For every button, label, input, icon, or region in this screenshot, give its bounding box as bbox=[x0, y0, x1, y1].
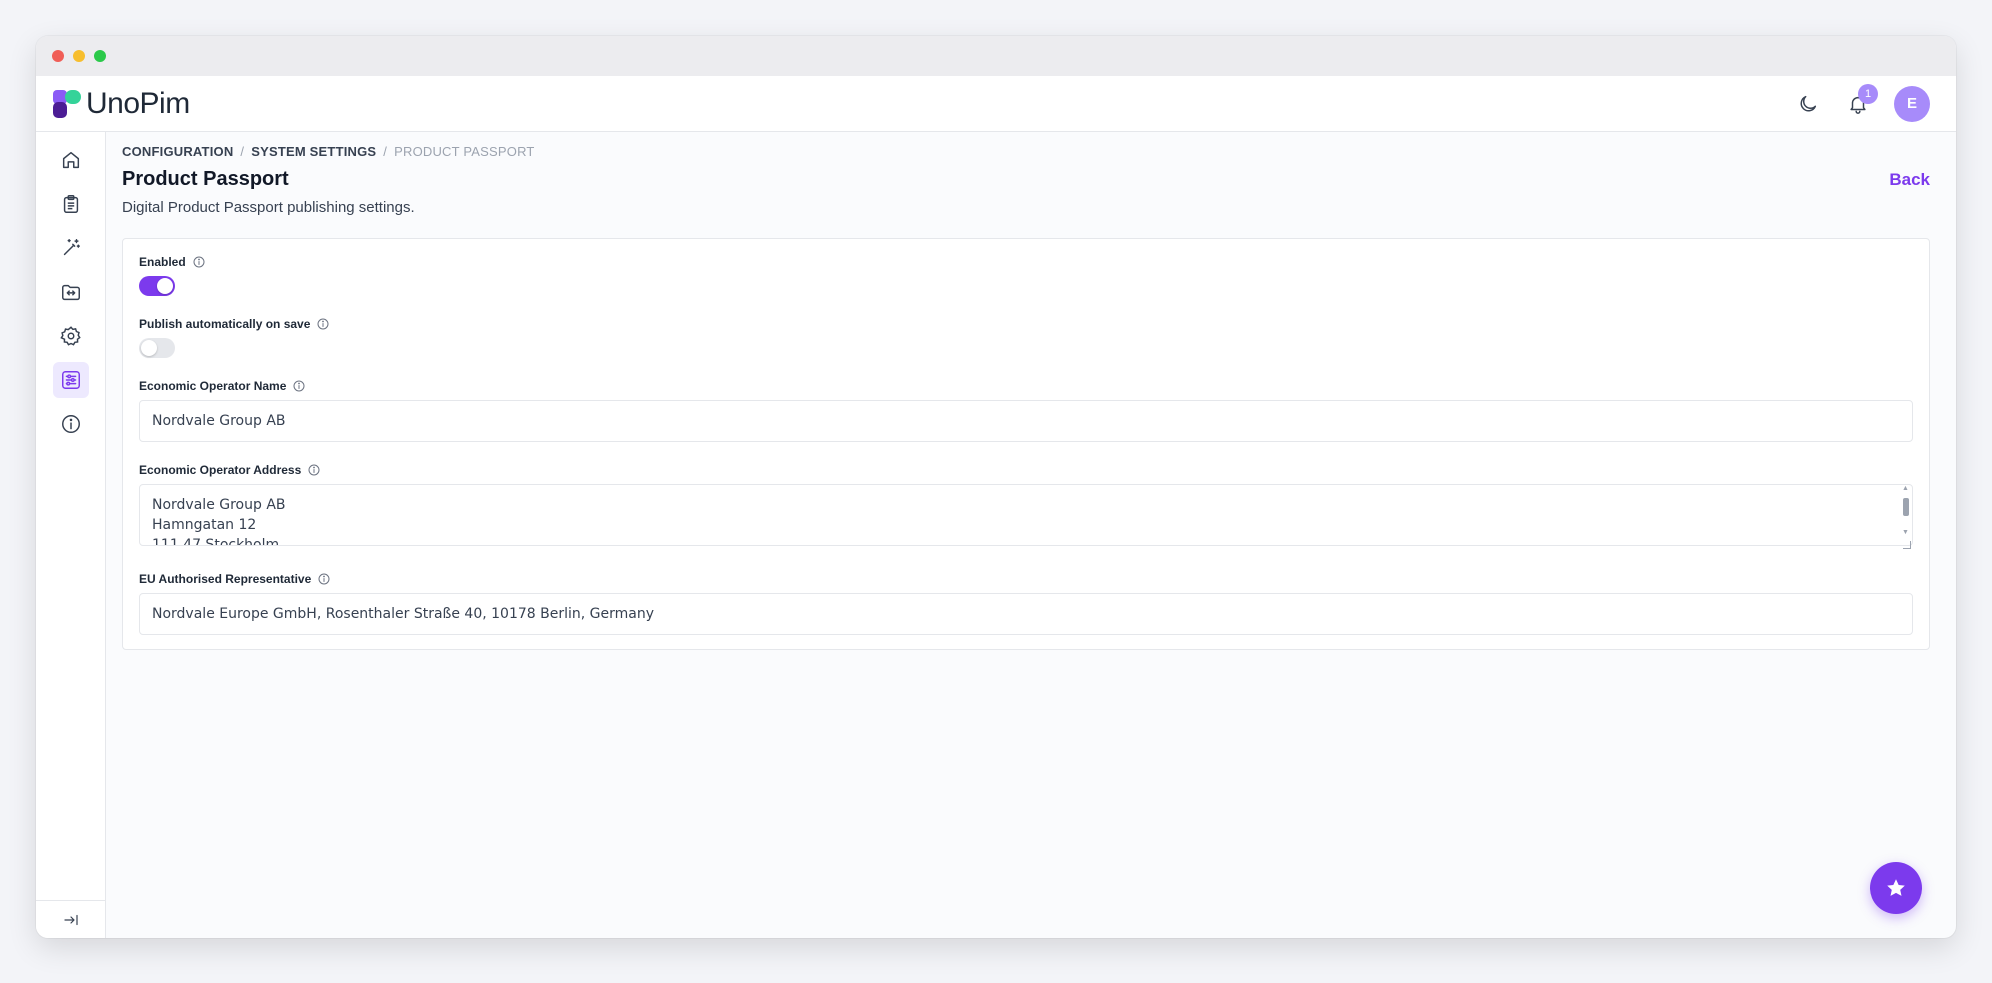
unopim-logo-icon bbox=[53, 89, 81, 118]
info-icon[interactable] bbox=[193, 256, 205, 268]
sidebar-item-settings[interactable] bbox=[53, 318, 89, 354]
app-window: UnoPim 1 E CONFIGURATION / SYSTEM SETTIN… bbox=[36, 36, 1956, 938]
auto-publish-toggle[interactable] bbox=[139, 338, 175, 358]
field-operator-name: Economic Operator Name bbox=[139, 379, 1913, 442]
collapse-arrow-icon bbox=[63, 914, 78, 925]
info-icon[interactable] bbox=[308, 464, 320, 476]
field-label: Economic Operator Name bbox=[139, 379, 287, 393]
field-label: Economic Operator Address bbox=[139, 463, 302, 477]
info-icon[interactable] bbox=[293, 380, 305, 392]
field-label: Publish automatically on save bbox=[139, 317, 311, 331]
page-subtitle: Digital Product Passport publishing sett… bbox=[122, 199, 415, 216]
sidebar-collapse-button[interactable] bbox=[36, 900, 105, 938]
breadcrumb: CONFIGURATION / SYSTEM SETTINGS / PRODUC… bbox=[122, 144, 1930, 159]
configuration-icon bbox=[61, 371, 80, 389]
app-name: UnoPim bbox=[86, 86, 190, 120]
page-title: Product Passport bbox=[122, 168, 289, 190]
app-logo[interactable]: UnoPim bbox=[52, 87, 190, 121]
toggle-knob bbox=[141, 340, 157, 356]
user-avatar[interactable]: E bbox=[1894, 85, 1930, 122]
scroll-up-icon: ▲ bbox=[1902, 485, 1909, 492]
window-close-button[interactable] bbox=[52, 50, 64, 62]
field-eu-representative: EU Authorised Representative bbox=[139, 572, 1913, 635]
gear-icon bbox=[59, 326, 81, 346]
window-minimize-button[interactable] bbox=[73, 50, 85, 62]
scroll-thumb[interactable] bbox=[1903, 498, 1909, 516]
sidebar-item-data-transfer[interactable] bbox=[53, 274, 89, 310]
settings-card: Enabled Publish automatically on save Ec… bbox=[122, 238, 1930, 650]
window-titlebar bbox=[36, 36, 1956, 76]
field-operator-address: Economic Operator Address Nordvale Group… bbox=[139, 463, 1913, 551]
field-auto-publish: Publish automatically on save bbox=[139, 317, 1913, 358]
textarea-scrollbar[interactable]: ▲ ▼ bbox=[1901, 485, 1911, 542]
sidebar-item-catalog[interactable] bbox=[53, 186, 89, 222]
top-navbar: UnoPim 1 E bbox=[36, 76, 1956, 132]
clipboard-icon bbox=[63, 195, 78, 213]
notification-badge: 1 bbox=[1858, 83, 1878, 104]
home-icon bbox=[62, 151, 79, 169]
scroll-down-icon: ▼ bbox=[1902, 529, 1909, 536]
eu-representative-input[interactable] bbox=[139, 593, 1913, 635]
field-enabled: Enabled bbox=[139, 255, 1913, 296]
breadcrumb-current: PRODUCT PASSPORT bbox=[394, 144, 535, 159]
breadcrumb-configuration[interactable]: CONFIGURATION bbox=[122, 144, 233, 159]
window-maximize-button[interactable] bbox=[94, 50, 106, 62]
back-button[interactable]: Back bbox=[1889, 170, 1930, 190]
sidebar-item-dashboard[interactable] bbox=[53, 142, 89, 178]
info-circle-icon bbox=[61, 415, 80, 433]
star-icon bbox=[1887, 879, 1905, 896]
sidebar-item-configuration[interactable] bbox=[52, 362, 89, 398]
dark-mode-toggle[interactable] bbox=[1794, 90, 1822, 118]
notifications-button[interactable]: 1 bbox=[1844, 83, 1878, 118]
operator-address-textarea[interactable]: Nordvale Group AB Hamngatan 12 111 47 St… bbox=[139, 484, 1913, 546]
breadcrumb-separator: / bbox=[383, 144, 388, 159]
enabled-toggle[interactable] bbox=[139, 276, 175, 296]
info-icon[interactable] bbox=[318, 573, 330, 585]
main-content: CONFIGURATION / SYSTEM SETTINGS / PRODUC… bbox=[106, 132, 1956, 938]
moon-icon bbox=[1800, 95, 1817, 111]
sidebar-item-magic-ai[interactable] bbox=[53, 230, 89, 266]
magic-ai-fab[interactable] bbox=[1870, 862, 1922, 914]
field-label: EU Authorised Representative bbox=[139, 572, 312, 586]
sidebar-item-help[interactable] bbox=[53, 406, 89, 442]
operator-name-input[interactable] bbox=[139, 400, 1913, 442]
toggle-knob bbox=[157, 278, 173, 294]
field-label: Enabled bbox=[139, 255, 186, 269]
info-icon[interactable] bbox=[317, 318, 329, 330]
textarea-resize-handle[interactable] bbox=[1903, 541, 1911, 549]
magic-wand-icon bbox=[63, 239, 80, 256]
data-transfer-icon bbox=[61, 284, 80, 301]
breadcrumb-system-settings[interactable]: SYSTEM SETTINGS bbox=[251, 144, 376, 159]
sidebar bbox=[36, 132, 106, 938]
breadcrumb-separator: / bbox=[240, 144, 245, 159]
